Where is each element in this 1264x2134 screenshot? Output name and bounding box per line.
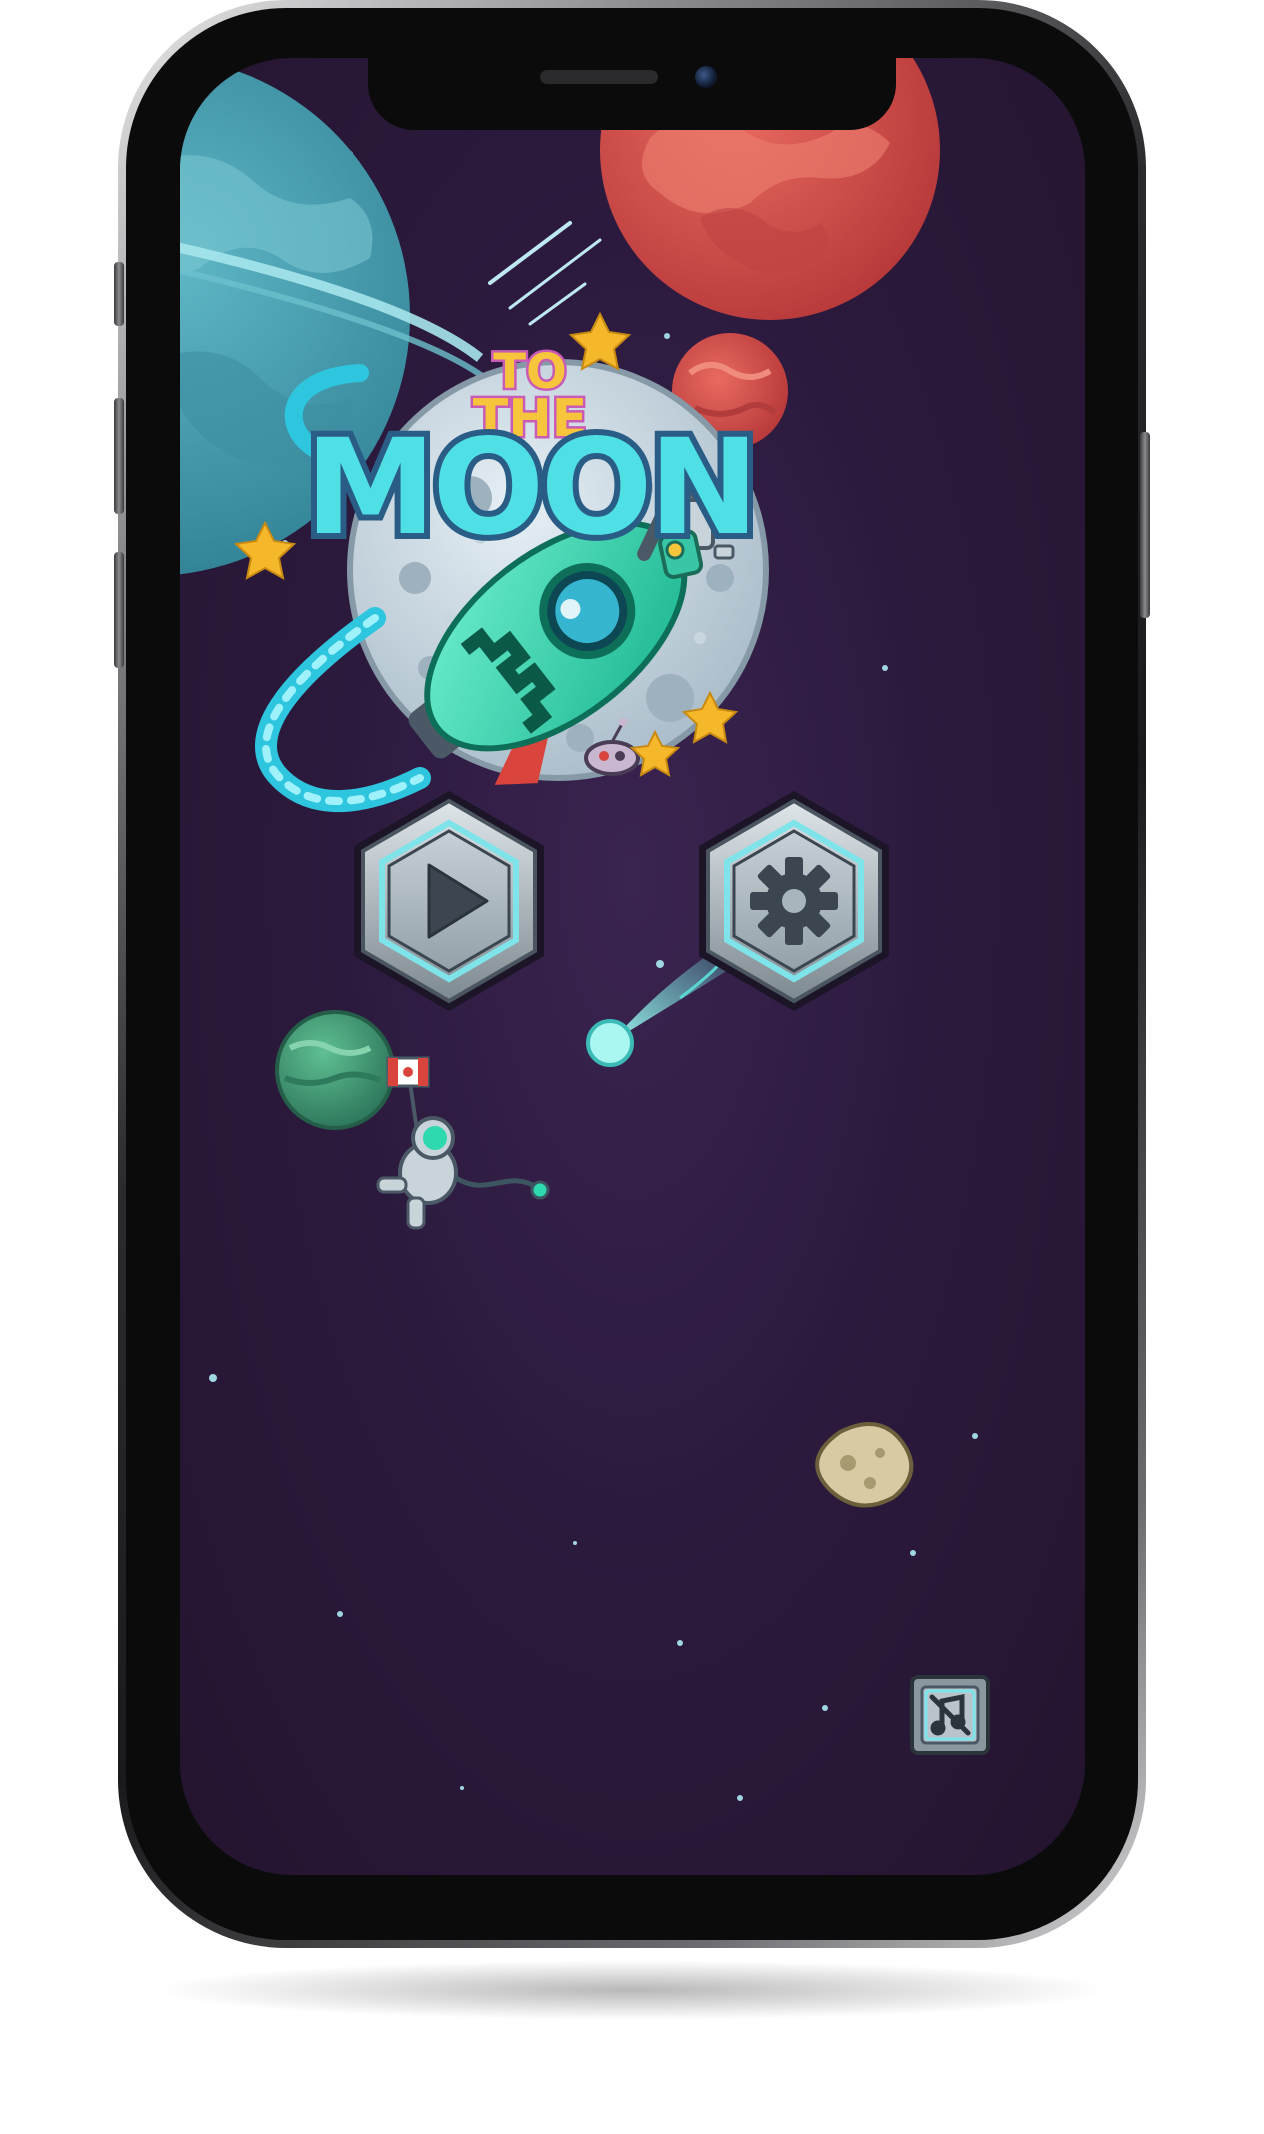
game-screen: TO THE MOON	[180, 58, 1085, 1875]
earpiece-speaker	[540, 70, 658, 84]
music-toggle-button[interactable]	[910, 1675, 990, 1755]
settings-button[interactable]	[699, 791, 889, 1011]
asteroid	[815, 1422, 914, 1508]
astronaut	[376, 1056, 550, 1230]
game-scene: TO THE MOON	[180, 58, 978, 1801]
side-button-power	[1140, 432, 1150, 618]
shooting-streaks	[488, 221, 602, 326]
phone-shadow	[150, 1960, 1114, 2020]
side-button-volume-down	[114, 552, 124, 668]
side-button-silent	[114, 262, 124, 326]
gear-icon	[750, 857, 838, 945]
phone-notch	[368, 52, 896, 130]
play-button[interactable]	[354, 791, 544, 1011]
side-button-volume-up	[114, 398, 124, 514]
green-planet	[275, 1010, 395, 1130]
front-camera	[695, 66, 717, 88]
title-line-moon: MOON	[305, 411, 755, 565]
